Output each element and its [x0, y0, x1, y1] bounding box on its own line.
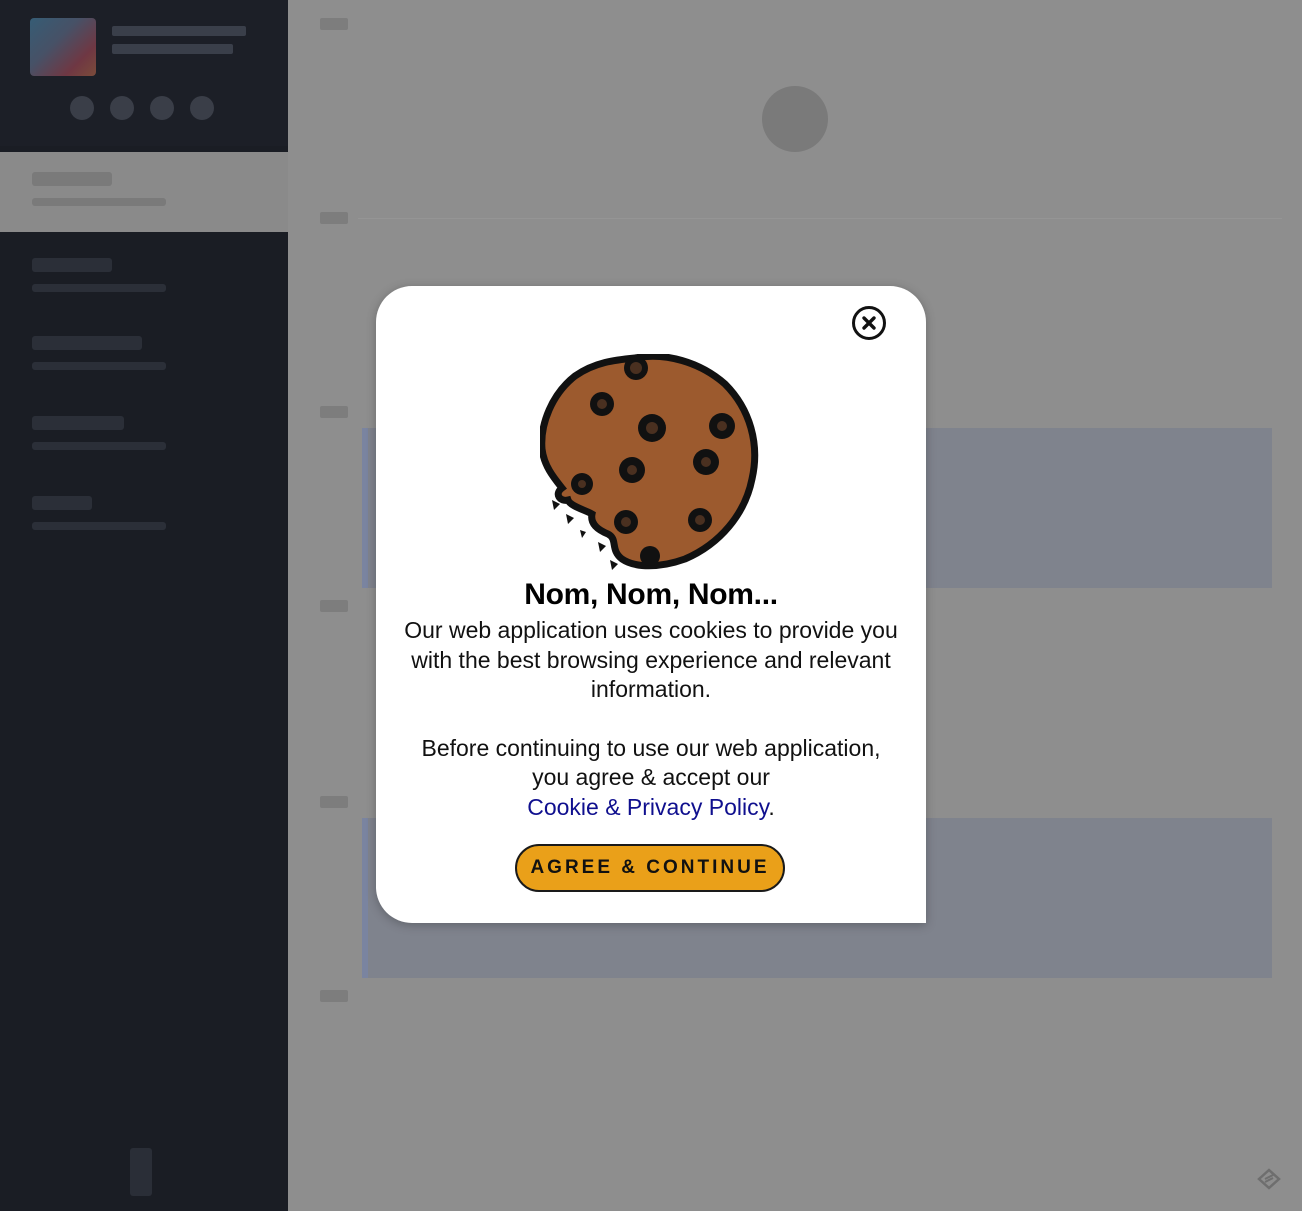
- phone-icon[interactable]: [130, 1148, 152, 1196]
- sidebar: [0, 0, 288, 1211]
- cookie-consent-modal: Nom, Nom, Nom... Our web application use…: [376, 286, 926, 923]
- time-label: [320, 600, 348, 612]
- cookie-usage-text: Our web application uses cookies to prov…: [404, 617, 898, 702]
- time-label: [320, 990, 348, 1002]
- social-links: [70, 96, 214, 120]
- modal-message: Our web application uses cookies to prov…: [404, 616, 898, 822]
- add-event-button[interactable]: [762, 86, 828, 152]
- sidebar-day-item[interactable]: [0, 316, 288, 396]
- app-logo[interactable]: [30, 18, 96, 76]
- time-label: [320, 212, 348, 224]
- social-icon[interactable]: [190, 96, 214, 120]
- consent-text-suffix: .: [768, 793, 775, 820]
- social-icon[interactable]: [110, 96, 134, 120]
- logo-wordmark: [112, 26, 246, 70]
- sidebar-day-item[interactable]: [0, 396, 288, 476]
- agree-continue-button[interactable]: AGREE & CONTINUE: [515, 844, 785, 892]
- time-label: [320, 18, 348, 30]
- consent-text-prefix: Before continuing to use our web applica…: [421, 734, 881, 791]
- sidebar-day-item[interactable]: [0, 152, 288, 232]
- modal-title: Nom, Nom, Nom...: [524, 578, 778, 611]
- sidebar-header: [0, 0, 288, 146]
- time-label: [320, 796, 348, 808]
- time-label: [320, 406, 348, 418]
- social-icon[interactable]: [150, 96, 174, 120]
- privacy-policy-link[interactable]: Cookie & Privacy Policy: [527, 794, 768, 820]
- consent-text: Before continuing to use our web applica…: [404, 734, 898, 823]
- sidebar-day-item[interactable]: [0, 238, 288, 318]
- close-icon[interactable]: [852, 306, 886, 340]
- sidebar-day-item[interactable]: [0, 476, 288, 556]
- hour-divider: [358, 218, 1282, 219]
- feedback-icon[interactable]: [1256, 1167, 1282, 1191]
- social-icon[interactable]: [70, 96, 94, 120]
- cookie-icon: [538, 352, 762, 576]
